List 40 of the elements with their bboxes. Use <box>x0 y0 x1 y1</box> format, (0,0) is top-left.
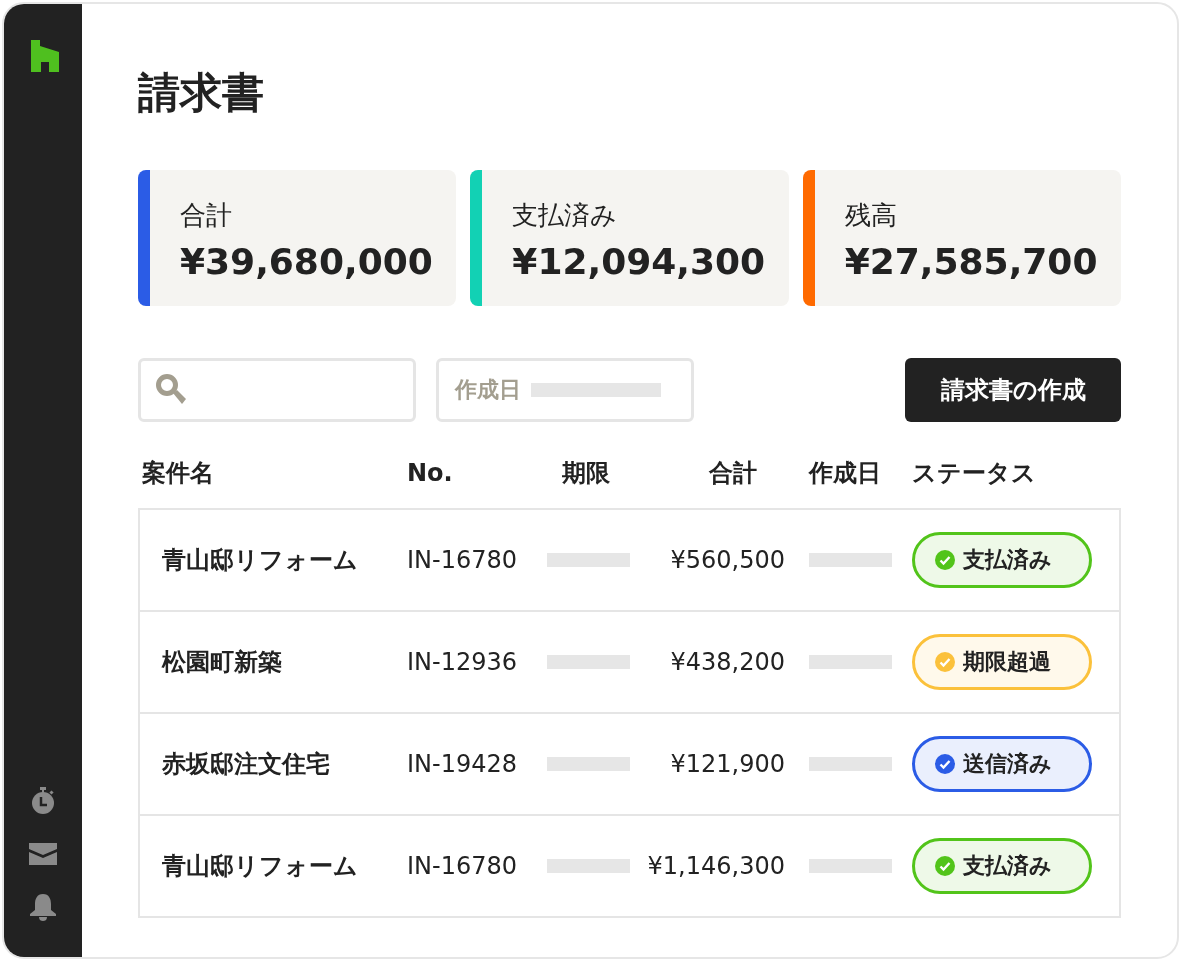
invoice-number-cell-text: IN-16780 <box>407 546 519 574</box>
house-logo-icon[interactable] <box>31 40 59 72</box>
create-invoice-button[interactable]: 請求書の作成 <box>905 358 1121 422</box>
invoice-number-cell-text: IN-12936 <box>407 648 519 676</box>
total-cell-text: ¥121,900 <box>669 750 786 778</box>
summary-value: ¥12,094,300 <box>512 241 767 282</box>
search-field[interactable] <box>138 358 416 422</box>
summary-label: 残高 <box>844 199 898 232</box>
page-title: 請求書 <box>138 67 265 119</box>
total-cell-text: ¥438,200 <box>669 648 786 676</box>
column-header: No. <box>407 459 454 487</box>
summary-value: ¥39,680,000 <box>180 241 434 282</box>
column-header: 案件名 <box>142 458 215 489</box>
total-cell-text: ¥560,500 <box>669 546 786 574</box>
summary-label: 合計 <box>180 199 233 232</box>
column-header: 作成日 <box>807 458 882 489</box>
invoice-number-cell-text: IN-19428 <box>407 750 519 778</box>
envelope-icon[interactable] <box>29 843 57 865</box>
status-badge: 送信済み <box>912 736 1092 792</box>
check-icon <box>935 652 955 672</box>
column-header: 合計 <box>708 458 758 489</box>
summary-value: ¥27,585,700 <box>844 241 1099 282</box>
check-icon <box>935 754 955 774</box>
status-badge: 支払済み <box>912 532 1092 588</box>
total-cell-text: ¥1,146,300 <box>647 852 786 880</box>
column-header: 期限 <box>561 458 611 489</box>
status-badge: 支払済み <box>912 838 1092 894</box>
stopwatch-icon[interactable] <box>30 787 56 815</box>
project-name-cell-text: 赤坂邸注文住宅 <box>162 749 331 780</box>
project-name-cell-text: 松園町新築 <box>162 647 283 678</box>
invoice-number-cell-text: IN-16780 <box>407 852 519 880</box>
project-name-cell-text: 青山邸リフォーム <box>162 545 359 576</box>
project-name-cell-text: 青山邸リフォーム <box>162 851 359 882</box>
column-header: ステータス <box>912 458 1037 489</box>
date-filter-label: 作成日 <box>455 376 521 404</box>
status-badge: 期限超過 <box>912 634 1092 690</box>
bell-icon[interactable] <box>28 893 58 921</box>
summary-label: 支払済み <box>512 199 619 232</box>
check-icon <box>935 856 955 876</box>
check-icon <box>935 550 955 570</box>
